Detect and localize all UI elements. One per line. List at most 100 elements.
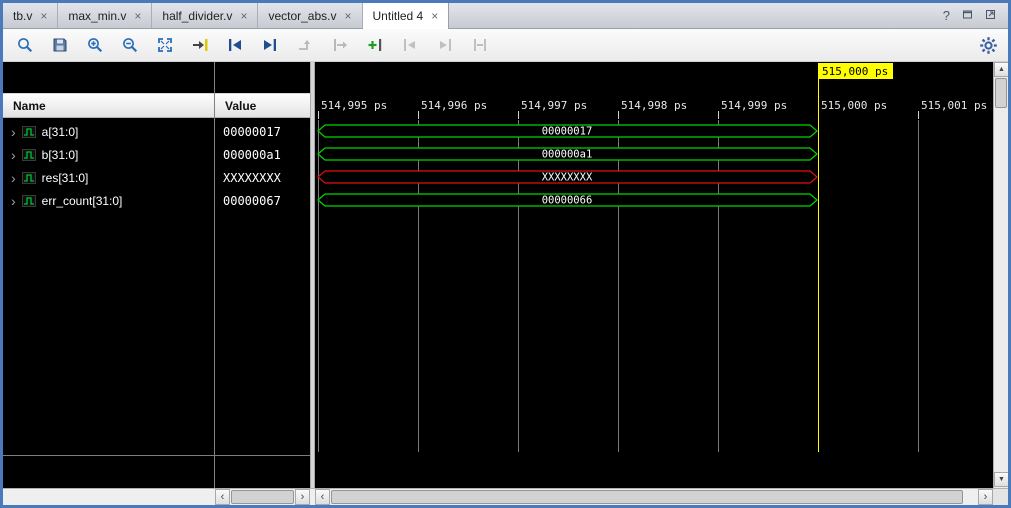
tab-label: Untitled 4 — [373, 9, 424, 23]
go-to-cursor-icon[interactable] — [188, 33, 212, 57]
window-controls: ? — [943, 3, 1008, 28]
bus-wave-err-count[interactable]: 00000066 — [317, 193, 818, 207]
save-icon[interactable] — [48, 33, 72, 57]
tab-vector-abs-v[interactable]: vector_abs.v × — [258, 3, 362, 28]
time-tick-mark — [418, 111, 419, 119]
signal-wave-icon — [22, 172, 36, 184]
signal-row-res[interactable]: › res[31:0] — [3, 166, 214, 189]
time-tick-label: 514,998 ps — [621, 99, 687, 112]
tab-tb-v[interactable]: tb.v × — [3, 3, 58, 28]
time-tick-label: 515,001 ps — [921, 99, 987, 112]
svg-text:XXXXXXXX: XXXXXXXX — [542, 172, 593, 184]
time-tick-mark — [318, 111, 319, 119]
scroll-down-icon[interactable]: ▼ — [994, 472, 1009, 487]
panel-separator — [215, 455, 310, 456]
cursor-time-badge[interactable]: 515,000 ps — [818, 63, 893, 79]
wave-hscroll-thumb[interactable] — [331, 490, 963, 504]
scroll-right-icon[interactable]: › — [295, 489, 310, 505]
tab-untitled-4[interactable]: Untitled 4 × — [363, 3, 450, 29]
time-tick-mark — [618, 111, 619, 119]
maximize-icon[interactable] — [985, 8, 996, 23]
close-icon[interactable]: × — [134, 10, 141, 22]
vertical-scroll-thumb[interactable] — [995, 78, 1007, 108]
tab-label: tb.v — [13, 9, 32, 23]
previous-transition-icon[interactable] — [223, 33, 247, 57]
search-icon[interactable] — [13, 33, 37, 57]
simulation-wave-window: tb.v × max_min.v × half_divider.v × vect… — [0, 0, 1011, 508]
signal-name: err_count[31:0] — [42, 194, 123, 208]
signal-wave-icon — [22, 126, 36, 138]
scroll-right-icon[interactable]: › — [978, 489, 993, 505]
tab-half-divider-v[interactable]: half_divider.v × — [152, 3, 258, 28]
tab-bar: tb.v × max_min.v × half_divider.v × vect… — [3, 3, 1008, 29]
expand-chevron-icon[interactable]: › — [11, 148, 16, 162]
close-icon[interactable]: × — [431, 10, 438, 22]
add-marker-icon[interactable] — [363, 33, 387, 57]
bus-wave-res[interactable]: XXXXXXXX — [317, 170, 818, 184]
signal-name: b[31:0] — [42, 148, 79, 162]
bus-wave-b[interactable]: 000000a1 — [317, 147, 818, 161]
time-tick-label: 514,996 ps — [421, 99, 487, 112]
gridline — [918, 120, 919, 452]
time-tick-mark — [718, 111, 719, 119]
time-tick-label: 515,000 ps — [821, 99, 887, 112]
bottom-scroll-row: ‹ › ‹ › — [3, 488, 1008, 505]
next-transition-icon[interactable] — [258, 33, 282, 57]
scroll-left-icon[interactable]: ‹ — [215, 489, 230, 505]
signal-values-panel: Value 00000017 000000a1 XXXXXXXX 0000006… — [215, 62, 310, 488]
time-tick-label: 514,997 ps — [521, 99, 587, 112]
scroll-left-icon[interactable]: ‹ — [315, 489, 330, 505]
signal-name: res[31:0] — [42, 171, 89, 185]
waveform-area[interactable]: 515,000 ps 514,995 ps 514,996 ps 514,997… — [315, 62, 993, 488]
time-tick-mark — [518, 111, 519, 119]
float-window-icon[interactable] — [962, 8, 973, 23]
close-icon[interactable]: × — [345, 10, 352, 22]
tab-label: vector_abs.v — [268, 9, 336, 23]
svg-text:000000a1: 000000a1 — [542, 149, 593, 161]
panel-hscroll-thumb[interactable] — [231, 490, 294, 504]
scrollbar-corner — [993, 489, 1008, 505]
signal-value: XXXXXXXX — [215, 166, 310, 189]
close-icon[interactable]: × — [240, 10, 247, 22]
signal-row-err-count[interactable]: › err_count[31:0] — [3, 189, 214, 212]
tab-max-min-v[interactable]: max_min.v × — [58, 3, 152, 28]
previous-marker-icon[interactable] — [398, 33, 422, 57]
vertical-scrollbar[interactable]: ▲ ▼ — [993, 62, 1008, 488]
signal-name: a[31:0] — [42, 125, 79, 139]
signal-value: 000000a1 — [215, 143, 310, 166]
name-column-header: Name — [3, 93, 214, 118]
signal-names-panel: Name › a[31:0] › b[31:0] › res[31:0] › e… — [3, 62, 215, 488]
snap-to-transition-icon[interactable] — [468, 33, 492, 57]
signal-wave-icon — [22, 195, 36, 207]
zoom-fit-icon[interactable] — [153, 33, 177, 57]
help-icon[interactable]: ? — [943, 8, 950, 23]
signal-value: 00000067 — [215, 189, 310, 212]
expand-chevron-icon[interactable]: › — [11, 194, 16, 208]
scroll-up-icon[interactable]: ▲ — [994, 62, 1009, 77]
expand-chevron-icon[interactable]: › — [11, 125, 16, 139]
next-marker-icon[interactable] — [433, 33, 457, 57]
svg-text:00000017: 00000017 — [542, 126, 593, 138]
time-cursor-line[interactable] — [818, 79, 819, 452]
tab-label: max_min.v — [68, 9, 126, 23]
zoom-out-icon[interactable] — [118, 33, 142, 57]
zoom-in-icon[interactable] — [83, 33, 107, 57]
time-tick-label: 514,995 ps — [321, 99, 387, 112]
close-icon[interactable]: × — [40, 10, 47, 22]
settings-gear-icon[interactable] — [976, 33, 1000, 57]
swap-cursors-icon[interactable] — [293, 33, 317, 57]
panel-separator — [3, 455, 214, 456]
expand-chevron-icon[interactable]: › — [11, 171, 16, 185]
signal-wave-icon — [22, 149, 36, 161]
align-cursor-icon[interactable] — [328, 33, 352, 57]
signal-row-a[interactable]: › a[31:0] — [3, 120, 214, 143]
signal-value: 00000017 — [215, 120, 310, 143]
time-tick-mark — [918, 111, 919, 119]
signal-row-b[interactable]: › b[31:0] — [3, 143, 214, 166]
svg-text:00000066: 00000066 — [542, 195, 593, 207]
wave-toolbar — [3, 29, 1008, 62]
tab-label: half_divider.v — [162, 9, 232, 23]
value-column-header: Value — [215, 93, 310, 118]
time-tick-label: 514,999 ps — [721, 99, 787, 112]
bus-wave-a[interactable]: 00000017 — [317, 124, 818, 138]
